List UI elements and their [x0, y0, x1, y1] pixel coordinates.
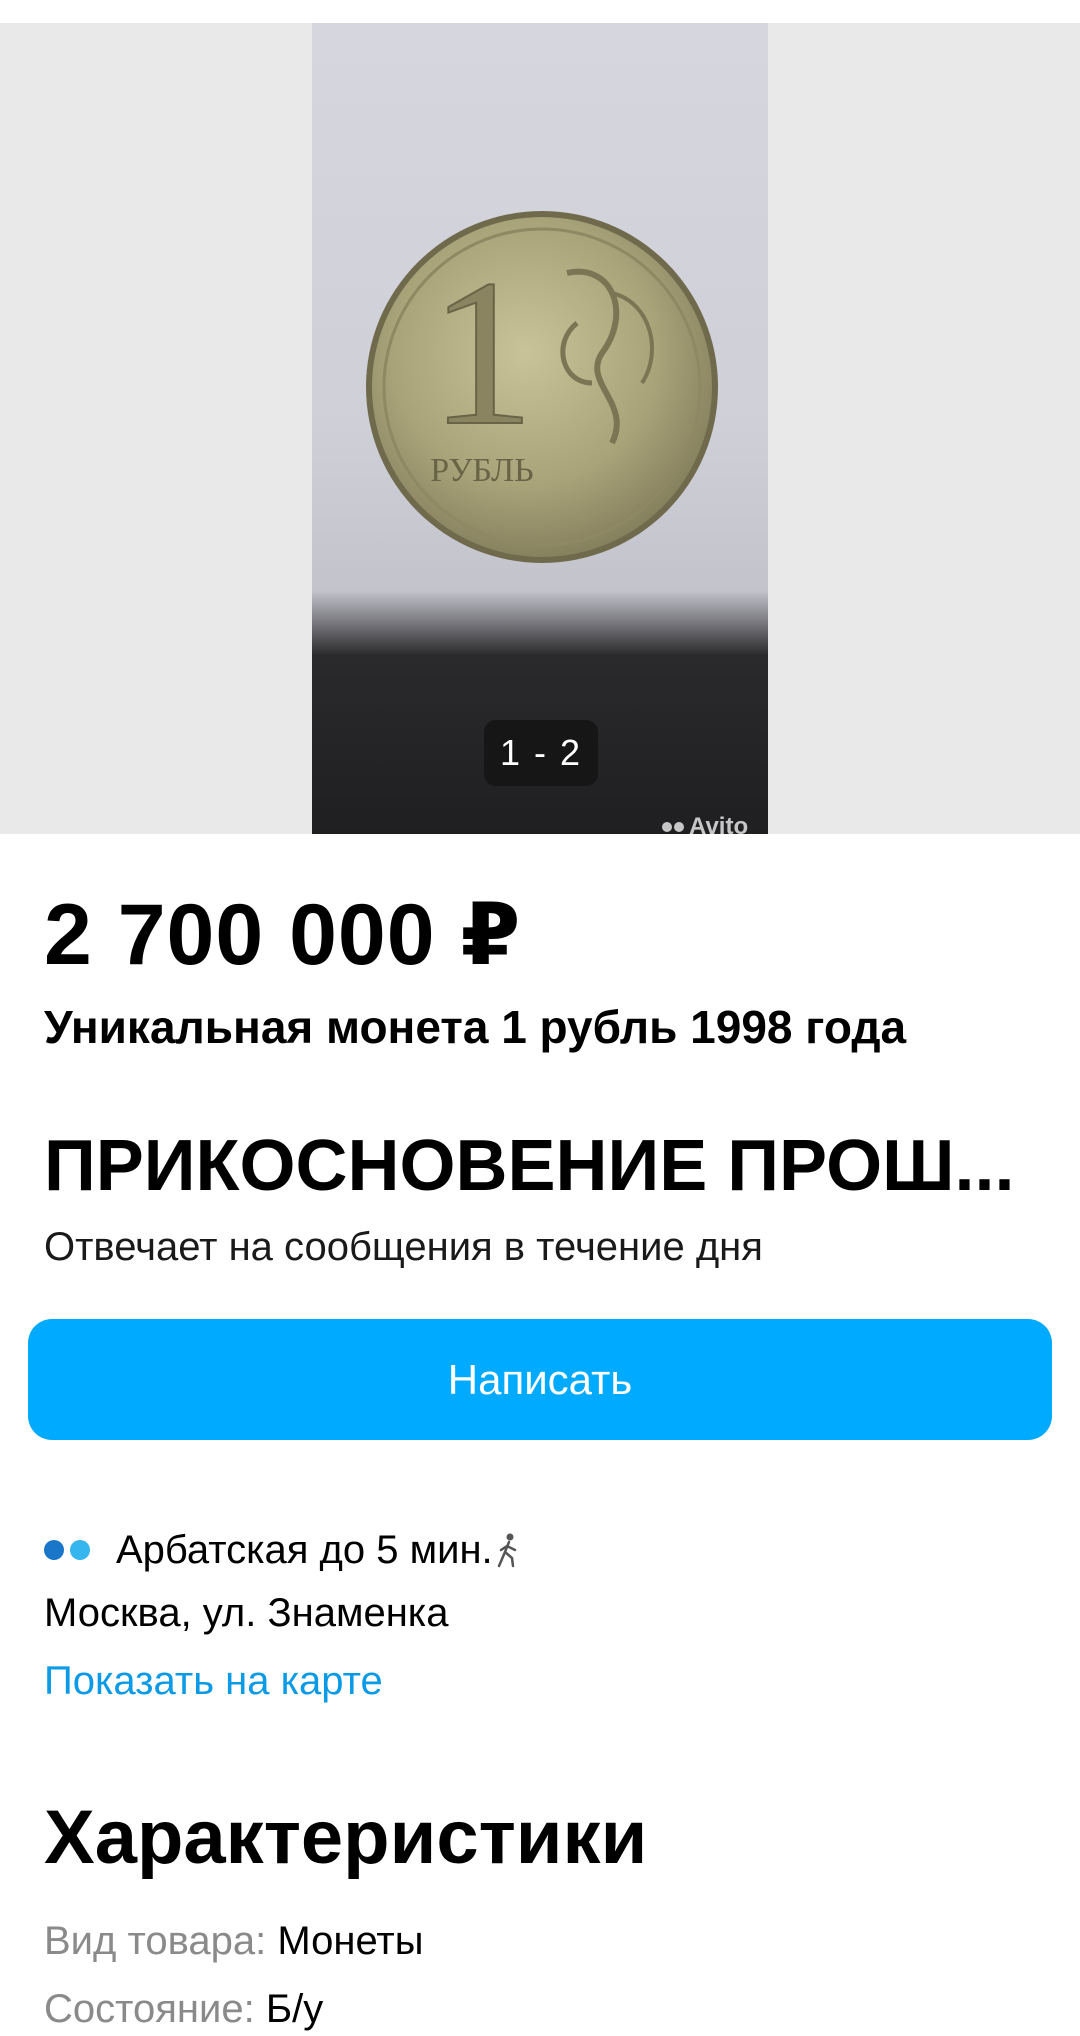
- write-message-button[interactable]: Написать: [28, 1319, 1052, 1440]
- spec-row: Вид товара: Монеты: [44, 1916, 423, 1966]
- spec-row: Состояние: Б/у: [44, 1984, 323, 2034]
- listing-price: 2 700 000 ₽: [44, 887, 522, 983]
- show-on-map-link[interactable]: Показать на карте: [44, 1656, 383, 1706]
- characteristics-title: Характеристики: [44, 1795, 648, 1880]
- coin-image: 1 РУБЛЬ: [366, 211, 718, 563]
- metro-label: Арбатская до 5 мин.: [116, 1528, 493, 1572]
- watermark-text: Avito: [689, 813, 749, 840]
- spec-value: Монеты: [277, 1919, 424, 1963]
- spec-value: Б/у: [265, 1987, 324, 2031]
- photo-counter: 1 - 2: [484, 720, 598, 786]
- walking-icon: [495, 1532, 521, 1568]
- seller-reply-time: Отвечает на сообщения в течение дня: [44, 1225, 763, 1269]
- avito-logo-icon: [662, 822, 684, 832]
- spec-key: Состояние:: [44, 1987, 255, 2031]
- metro-station: Арбатская до 5 мин.: [44, 1525, 521, 1575]
- listing-photo[interactable]: 1 РУБЛЬ: [312, 23, 768, 834]
- listing-title: Уникальная монета 1 рубль 1998 года: [44, 1001, 907, 1053]
- metro-line-dot-icon: [70, 1540, 90, 1560]
- coin-text: РУБЛЬ: [430, 452, 533, 489]
- coin-numeral: 1: [430, 237, 535, 469]
- avito-watermark: Avito: [662, 813, 748, 841]
- address: Москва, ул. Знаменка: [44, 1591, 449, 1635]
- spec-key: Вид товара:: [44, 1919, 267, 1963]
- photo-gallery[interactable]: 1 РУБЛЬ 1 - 2 Avito: [0, 23, 1080, 840]
- seller-name[interactable]: ПРИКОСНОВЕНИЕ ПРОШ...: [44, 1124, 1044, 1208]
- metro-line-dot-icon: [44, 1540, 64, 1560]
